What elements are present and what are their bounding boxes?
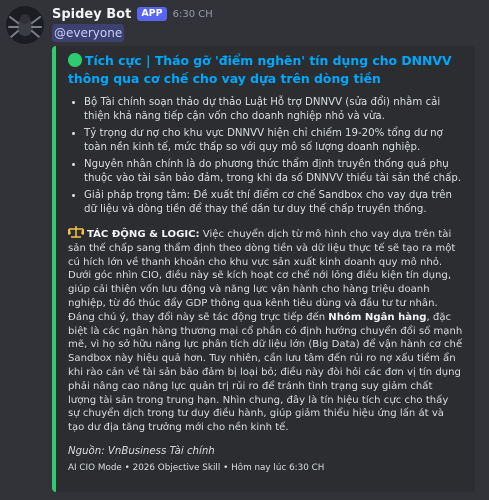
list-item: Tỷ trọng dư nợ cho khu vực DNNVV hiện ch…	[84, 127, 463, 154]
embed-title-text: Tích cực | Tháo gỡ 'điểm nghẽn' tín dụng…	[68, 53, 452, 86]
green-circle-icon	[68, 53, 82, 67]
impact-paragraph: TÁC ĐỘNG & LOGIC: Việc chuyển dịch từ mô…	[68, 226, 463, 435]
everyone-mention[interactable]: @everyone	[52, 24, 125, 42]
message-header: Spidey Bot APP 6:30 CH	[52, 5, 213, 23]
impact-text-2: , đặc biệt là các ngân hàng thương mại c…	[68, 311, 463, 434]
message-timestamp[interactable]: 6:30 CH	[173, 9, 213, 20]
source-line: Nguồn: VnBusiness Tài chính	[68, 445, 215, 457]
impact-bold-2: Nhóm Ngân hàng	[328, 311, 427, 323]
list-item: Nguyên nhân chính là do phương thức thẩm…	[84, 158, 463, 185]
author-name[interactable]: Spidey Bot	[52, 7, 131, 22]
list-item: Bộ Tài chính soạn thảo dự thảo Luật Hỗ t…	[84, 96, 463, 123]
bot-avatar[interactable]	[6, 6, 44, 44]
news-embed: Tích cực | Tháo gỡ 'điểm nghẽn' tín dụng…	[52, 46, 475, 492]
balance-scale-icon	[68, 226, 84, 238]
app-badge: APP	[137, 7, 167, 21]
impact-label: TÁC ĐỘNG & LOGIC:	[87, 229, 200, 240]
summary-list: Bộ Tài chính soạn thảo dự thảo Luật Hỗ t…	[68, 96, 463, 216]
spider-icon	[6, 6, 44, 44]
embed-title[interactable]: Tích cực | Tháo gỡ 'điểm nghẽn' tín dụng…	[68, 52, 463, 88]
embed-footer: AI CIO Mode • 2026 Objective Skill • Hôm…	[68, 462, 325, 473]
impact-text-1: Việc chuyển dịch từ mô hình cho vay dựa …	[68, 229, 456, 323]
list-item: Giải pháp trọng tâm: Đề xuất thí điểm cơ…	[84, 189, 463, 216]
